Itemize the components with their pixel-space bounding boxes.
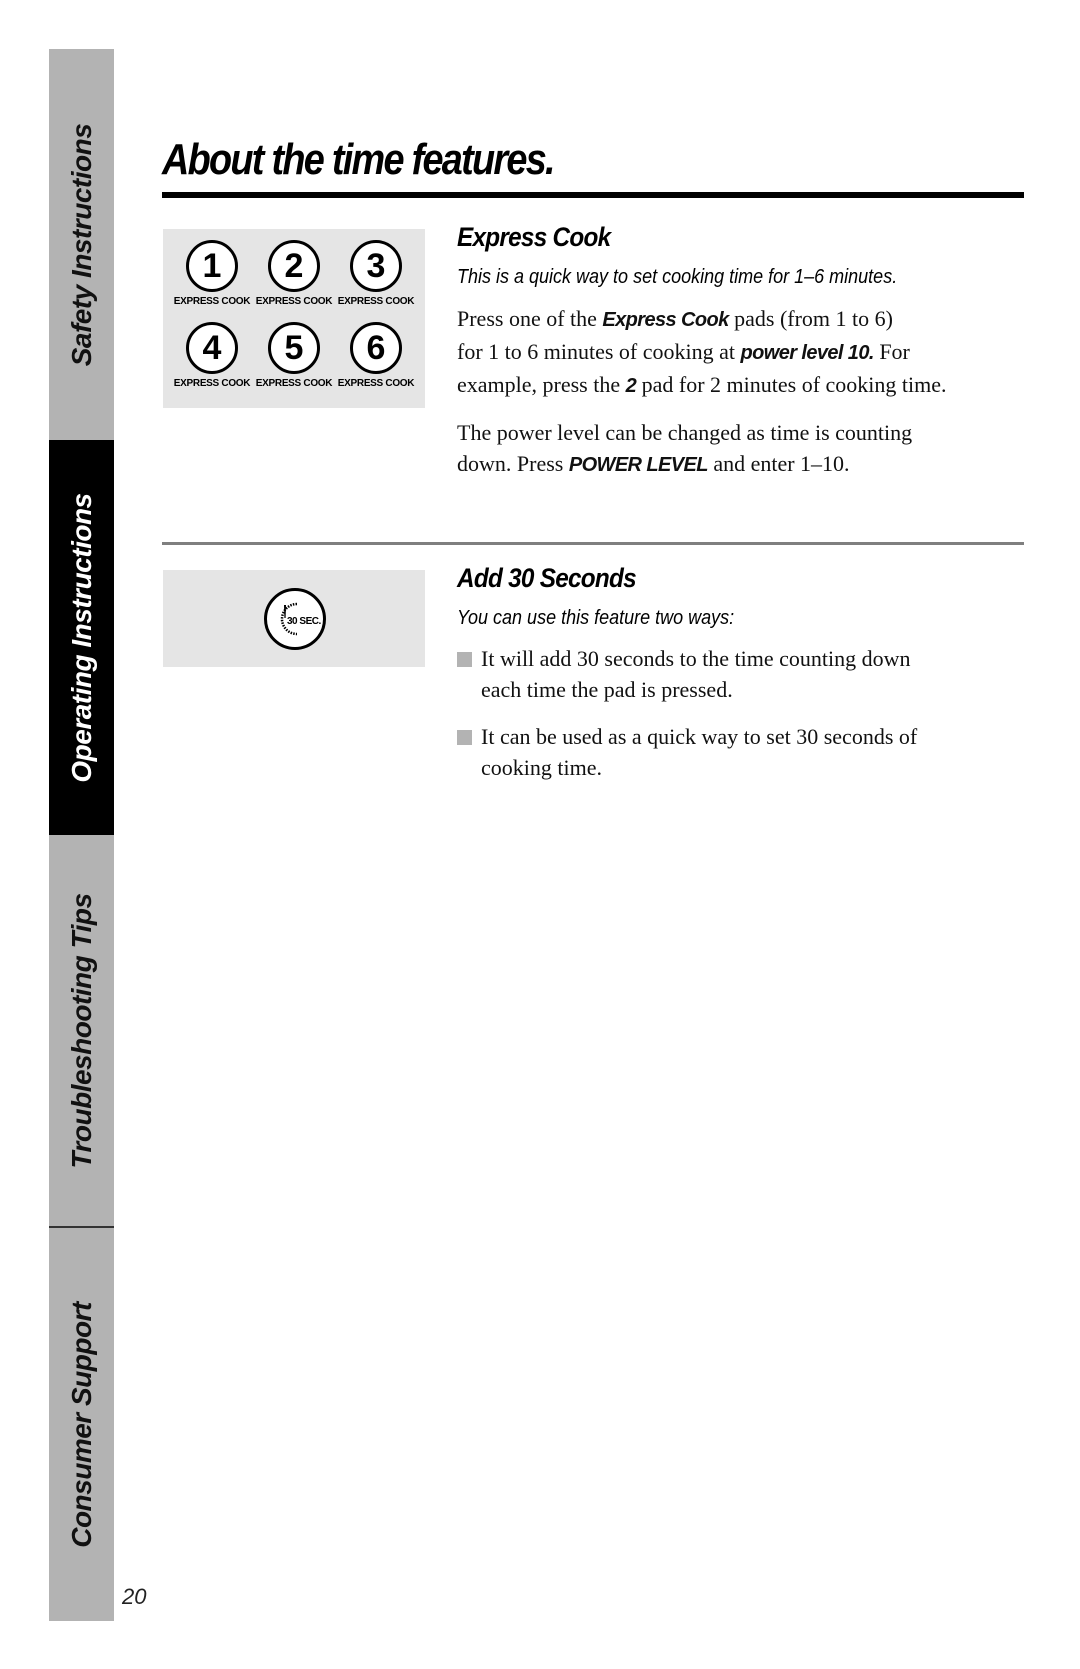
express-cook-pad-5: 5 EXPRESS COOK [253,322,335,389]
express-cook-keypad-illustration: 1 EXPRESS COOK 2 EXPRESS COOK 3 EXPRESS … [163,229,425,408]
text: cooking time. [481,755,602,780]
add-30-seconds-section: Add 30 Seconds You can use this feature … [457,563,1027,783]
list-item: It will add 30 seconds to the time count… [457,643,1027,705]
express-cook-paragraph-1: Press one of the Express Cook pads (from… [457,303,1027,402]
pad-label: 30 SEC. [287,616,321,627]
bullet-square-icon [457,652,472,667]
express-cook-lead: This is a quick way to set cooking time … [457,266,898,288]
page-number: 20 [122,1584,147,1609]
text: each time the pad is pressed. [481,677,733,702]
text: pad for 2 minutes of cooking time. [636,372,947,397]
express-cook-heading: Express Cook [457,222,611,252]
tab-troubleshooting-tips[interactable]: Troubleshooting Tips [49,835,114,1227]
pad-label: EXPRESS COOK [337,296,415,307]
page-title: About the time features. [162,135,556,184]
pad-label: EXPRESS COOK [255,296,333,307]
pad-label: EXPRESS COOK [255,378,333,389]
tab-consumer-support[interactable]: Consumer Support [49,1228,114,1621]
text: The power level can be changed as time i… [457,420,913,445]
text: It will add 30 seconds to the time count… [481,646,911,671]
emphasis: POWER LEVEL [568,454,709,476]
timer-icon: 30 SEC. [280,602,322,636]
text: For [873,339,910,364]
section-divider [162,542,1024,545]
pad-label: EXPRESS COOK [173,296,251,307]
emphasis: power level 10. [740,342,875,364]
pad-number: 2 [268,240,320,292]
pad-number: 1 [186,240,238,292]
add-30-seconds-heading: Add 30 Seconds [457,563,637,593]
section-sidebar: Safety Instructions Operating Instructio… [49,49,114,1621]
text: pads (from 1 to 6) [728,306,893,331]
pad-number: 3 [350,240,402,292]
tab-label: Consumer Support [65,1301,97,1548]
express-cook-pad-2: 2 EXPRESS COOK [253,240,335,307]
express-cook-paragraph-2: The power level can be changed as time i… [457,417,1027,481]
tab-safety-instructions[interactable]: Safety Instructions [49,49,114,440]
express-cook-section: Express Cook This is a quick way to set … [457,222,1027,481]
express-cook-pad-6: 6 EXPRESS COOK [335,322,417,389]
text: and enter 1–10. [707,451,850,476]
emphasis: Express Cook [602,309,729,331]
list-item: It can be used as a quick way to set 30 … [457,721,1027,783]
pad-number: 5 [268,322,320,374]
text: for 1 to 6 minutes of cooking at [457,339,741,364]
tab-operating-instructions[interactable]: Operating Instructions [49,440,114,835]
express-cook-pad-1: 1 EXPRESS COOK [171,240,253,307]
tab-label: Operating Instructions [65,492,97,783]
tab-label: Troubleshooting Tips [65,893,97,1169]
pad-number: 6 [350,322,402,374]
pad-number: 4 [186,322,238,374]
add-30-seconds-lead: You can use this feature two ways: [457,607,735,629]
pad-label: EXPRESS COOK [173,378,251,389]
pad-label: EXPRESS COOK [337,378,415,389]
title-rule [162,192,1024,198]
add-30-seconds-list: It will add 30 seconds to the time count… [457,643,1027,783]
text: down. Press [457,451,569,476]
tab-label: Safety Instructions [65,123,97,366]
express-cook-pad-4: 4 EXPRESS COOK [171,322,253,389]
express-cook-pad-3: 3 EXPRESS COOK [335,240,417,307]
add-30-seconds-pad: 30 SEC. [264,588,326,650]
text: example, press the [457,372,626,397]
bullet-square-icon [457,730,472,745]
emphasis: 2 [625,375,637,397]
text: It can be used as a quick way to set 30 … [481,724,918,749]
add-30-seconds-illustration: 30 SEC. [163,570,425,667]
text: Press one of the [457,306,603,331]
